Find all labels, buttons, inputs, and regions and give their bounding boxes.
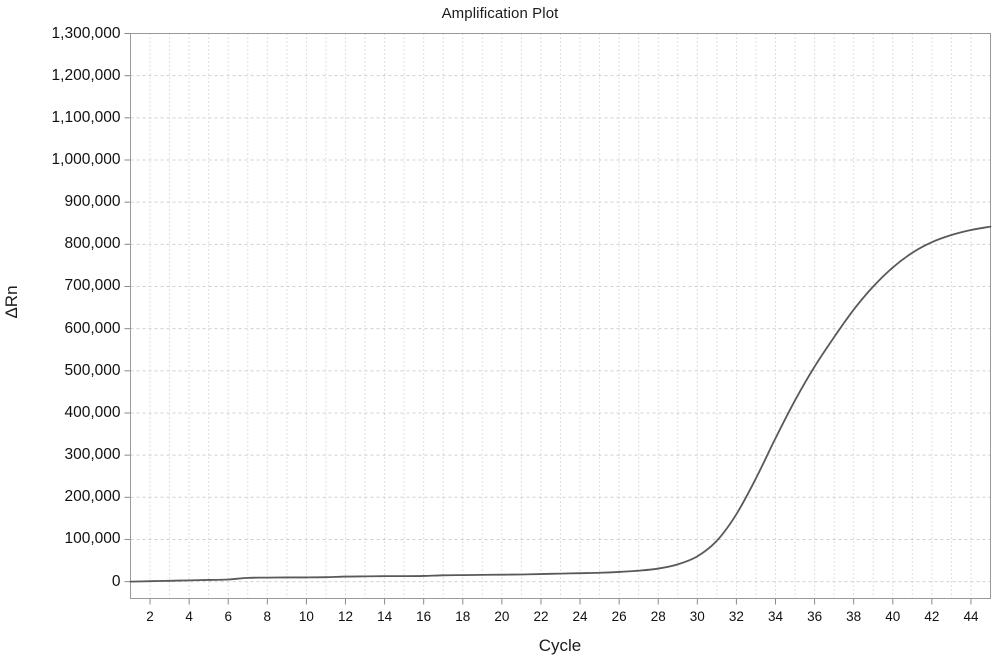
y-tick-label: 1,000,000 <box>51 150 121 168</box>
x-tick-label: 12 <box>337 608 354 624</box>
x-tick-label: 10 <box>298 608 314 624</box>
x-tick-label: 20 <box>494 608 510 624</box>
axis-tick-marks <box>124 33 972 605</box>
y-tick-label: 300,000 <box>64 446 121 464</box>
x-tick-label: 26 <box>611 608 627 624</box>
y-tick-label: 1,200,000 <box>51 66 121 84</box>
x-tick-label: 28 <box>650 608 666 624</box>
amplification-curve <box>129 225 992 583</box>
x-tick-label: 36 <box>807 608 823 624</box>
y-tick-label: 700,000 <box>64 277 121 295</box>
plot-canvas <box>124 33 992 605</box>
x-tick-label: 16 <box>416 608 432 624</box>
x-tick-label: 38 <box>846 608 862 624</box>
y-tick-label: 500,000 <box>64 361 121 379</box>
y-tick-label: 600,000 <box>64 319 121 337</box>
x-tick-label: 44 <box>963 608 979 624</box>
y-tick-label: 100,000 <box>64 530 121 548</box>
y-tick-label: 800,000 <box>64 235 121 253</box>
x-tick-label: 18 <box>455 608 471 624</box>
y-tick-label: 900,000 <box>64 193 121 211</box>
amplification-plot-figure: Amplification Plot ΔRn Cycle 0 100,000 200… <box>0 0 1000 669</box>
x-tick-label: 24 <box>572 608 588 624</box>
y-tick-label: 400,000 <box>64 403 121 421</box>
x-tick-label: 22 <box>533 608 549 624</box>
x-tick-label: 42 <box>924 608 940 624</box>
x-tick-label: 32 <box>728 608 744 624</box>
x-tick-label: 2 <box>146 608 154 624</box>
y-tick-label: 1,300,000 <box>51 24 121 42</box>
x-tick-label: 6 <box>224 608 232 624</box>
x-tick-label: 8 <box>263 608 272 624</box>
y-tick-label: 200,000 <box>64 488 121 506</box>
x-tick-label: 4 <box>185 608 193 624</box>
y-tick-label: 1,100,000 <box>51 108 121 126</box>
x-tick-label: 14 <box>377 608 393 624</box>
x-tick-label: 40 <box>885 608 901 624</box>
horizontal-gridlines <box>130 33 991 583</box>
x-tick-label: 30 <box>689 608 705 624</box>
y-tick-label: 0 <box>111 572 121 590</box>
x-tick-label: 34 <box>767 608 784 624</box>
